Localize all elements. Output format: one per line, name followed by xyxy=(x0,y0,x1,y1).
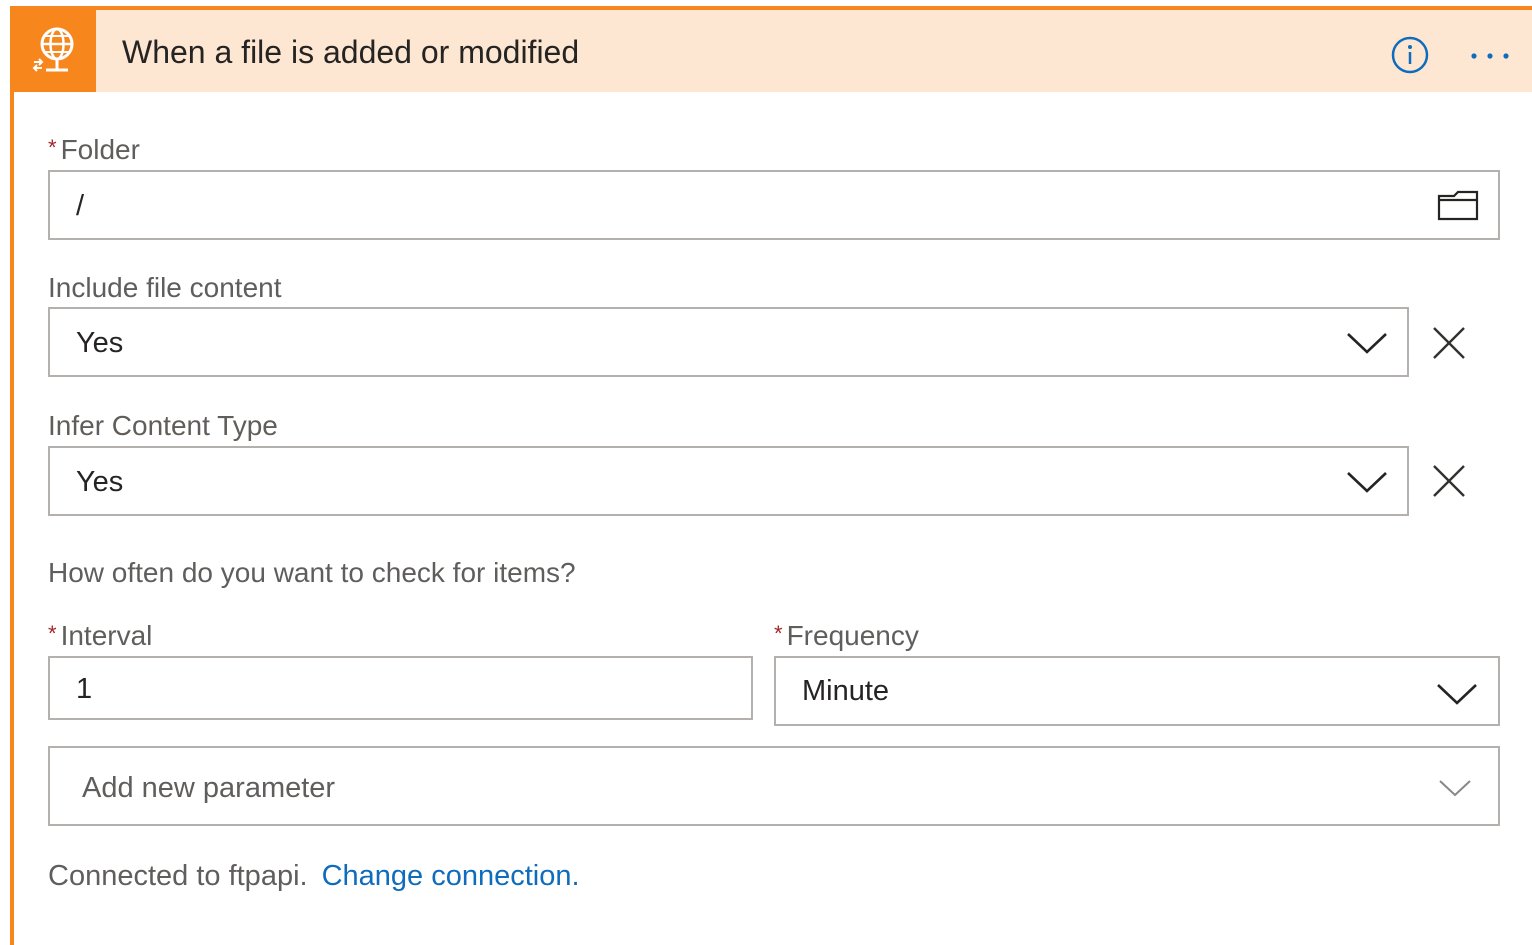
remove-infer-content-type-icon[interactable] xyxy=(1432,464,1466,498)
frequency-label: * Frequency xyxy=(774,620,919,652)
recurrence-question: How often do you want to check for items… xyxy=(48,557,576,588)
include-file-content-label: Include file content xyxy=(48,272,282,303)
chevron-down-icon xyxy=(1439,780,1471,797)
frequency-label-text: Frequency xyxy=(786,620,919,651)
interval-label: * Interval xyxy=(48,620,152,652)
chevron-down-icon xyxy=(1347,472,1387,493)
add-new-parameter-select[interactable]: Add new parameter xyxy=(48,746,1500,826)
required-marker: * xyxy=(774,621,783,646)
folder-value: / xyxy=(76,190,85,222)
trigger-card: When a file is added or modified * Folder… xyxy=(10,6,1532,945)
include-file-content-value: Yes xyxy=(76,327,124,359)
more-options-icon[interactable] xyxy=(1470,52,1510,60)
frequency-select[interactable]: Minute xyxy=(774,656,1500,726)
interval-label-text: Interval xyxy=(60,620,153,651)
connected-text: Connected to ftpapi. xyxy=(48,860,308,892)
card-header[interactable]: When a file is added or modified xyxy=(14,10,1532,92)
folder-label: * Folder xyxy=(48,134,140,166)
frequency-value: Minute xyxy=(802,675,890,707)
chevron-down-icon xyxy=(1437,684,1477,705)
folder-input[interactable]: / xyxy=(48,170,1500,240)
interval-value: 1 xyxy=(76,673,93,705)
folder-picker-icon[interactable] xyxy=(1436,188,1480,222)
remove-include-file-content-icon[interactable] xyxy=(1432,326,1466,360)
required-marker: * xyxy=(48,621,57,646)
connector-icon-box xyxy=(14,10,96,92)
info-icon[interactable] xyxy=(1390,35,1430,75)
chevron-down-icon xyxy=(1347,333,1387,354)
connection-footer: Connected to ftpapi. Change connection. xyxy=(48,860,580,893)
interval-input[interactable]: 1 xyxy=(48,656,753,720)
infer-content-type-value: Yes xyxy=(76,466,124,498)
include-file-content-select[interactable]: Yes xyxy=(48,307,1409,377)
ftp-globe-icon xyxy=(32,27,74,72)
change-connection-link[interactable]: Change connection. xyxy=(322,860,580,892)
infer-content-type-label: Infer Content Type xyxy=(48,410,278,441)
required-marker: * xyxy=(48,135,57,160)
add-new-parameter-placeholder: Add new parameter xyxy=(82,772,336,804)
folder-label-text: Folder xyxy=(60,134,140,165)
card-title: When a file is added or modified xyxy=(122,34,580,70)
infer-content-type-select[interactable]: Yes xyxy=(48,446,1409,516)
